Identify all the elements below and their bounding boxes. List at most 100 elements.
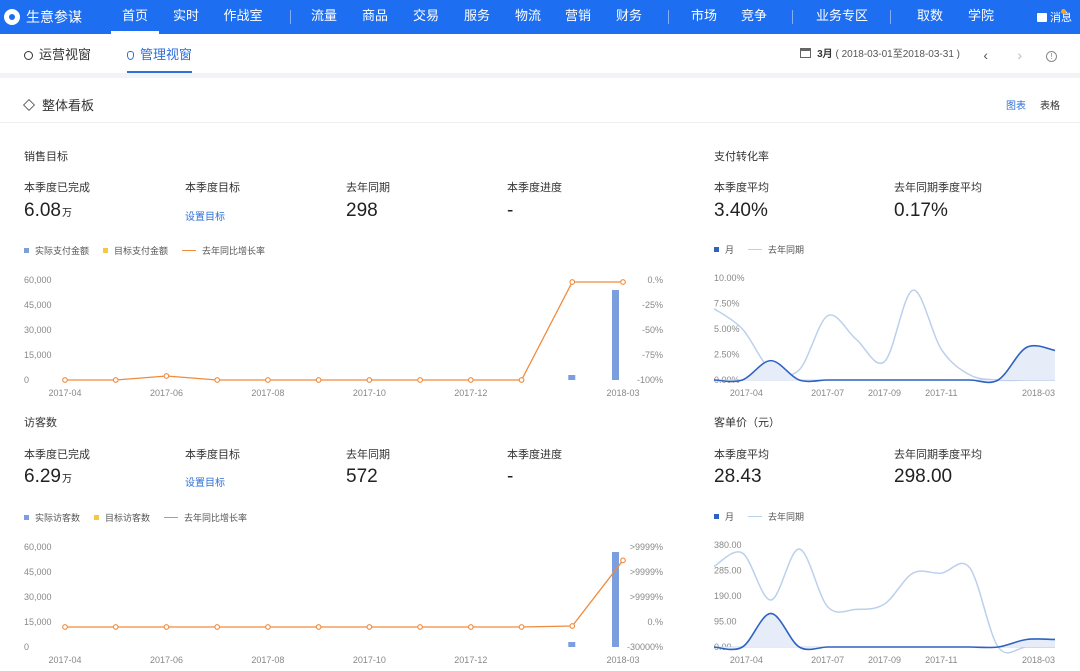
view-table-toggle[interactable]: 表格 xyxy=(1040,97,1060,112)
date-month: 3月 xyxy=(817,49,833,60)
legend-label: 去年同比增长率 xyxy=(202,246,266,256)
kpi-label: 本季度平均 xyxy=(714,182,769,194)
legend-item[interactable]: 目标支付金额 xyxy=(103,244,168,257)
kpi-value: 6.08万 xyxy=(24,200,72,222)
y-tick-label: 380.00 xyxy=(714,540,742,550)
y2-tick-label: -100% xyxy=(637,375,663,385)
chevron-right-icon[interactable]: › xyxy=(1017,47,1022,63)
nav-item-service[interactable]: 服务 xyxy=(457,0,497,34)
growth-line xyxy=(65,559,624,628)
unit-price-legend: 月 去年同期 xyxy=(714,510,818,523)
unit-price-chart: 380.00285.00190.0095.000.002017-042017-0… xyxy=(713,540,1056,665)
nav-item-marketing[interactable]: 营销 xyxy=(558,0,598,34)
legend-label: 去年同期 xyxy=(768,245,805,255)
kpi-label: 本季度已完成 xyxy=(24,182,90,194)
y2-tick-label: -30000% xyxy=(627,642,663,652)
legend-item[interactable]: 去年同比增长率 xyxy=(164,511,247,524)
nav-item-business-zone[interactable]: 业务专区 xyxy=(812,0,872,34)
message-icon xyxy=(1037,12,1047,22)
legend-item[interactable]: 去年同比增长率 xyxy=(182,244,265,257)
y-tick-label: 60,000 xyxy=(24,542,52,552)
messages-button[interactable]: 消息 xyxy=(1037,0,1072,34)
nav-item-realtime[interactable]: 实时 xyxy=(164,0,208,34)
kpi-value: - xyxy=(507,200,514,221)
growth-point xyxy=(467,624,474,630)
y2-tick-label: 0.% xyxy=(647,275,663,285)
nav-divider xyxy=(890,10,891,24)
kpi-value: 298.00 xyxy=(894,466,953,487)
nav-item-war-room[interactable]: 作战室 xyxy=(215,0,271,34)
nav-item-academy[interactable]: 学院 xyxy=(961,0,1001,34)
legend-label: 月 xyxy=(725,245,735,255)
legend-item[interactable]: 实际支付金额 xyxy=(24,244,89,257)
x-tick-label: 2017-09 xyxy=(868,655,901,665)
sales-legend: 实际支付金额 目标支付金额 去年同比增长率 xyxy=(24,244,279,257)
growth-point xyxy=(518,624,525,630)
growth-point xyxy=(163,624,170,630)
set-target-link[interactable]: 设置目标 xyxy=(185,474,225,489)
date-range-picker[interactable]: 3月 ( 2018-03-01至2018-03-31 ) xyxy=(800,34,960,73)
legend-item[interactable]: 月 xyxy=(714,510,734,523)
nav-item-transactions[interactable]: 交易 xyxy=(406,0,446,34)
kpi-value: 6.29万 xyxy=(24,466,72,488)
conversion-title: 支付转化率 xyxy=(714,151,769,163)
growth-point xyxy=(620,279,626,285)
nav-item-products[interactable]: 商品 xyxy=(355,0,395,34)
brand[interactable]: 生意参谋 xyxy=(0,7,96,27)
legend-swatch xyxy=(714,514,719,519)
info-icon[interactable]: ! xyxy=(1046,51,1057,62)
nav-item-logistics[interactable]: 物流 xyxy=(508,0,548,34)
growth-point xyxy=(265,377,271,383)
legend-swatch xyxy=(24,515,29,520)
nav-divider xyxy=(792,10,793,24)
legend-label: 月 xyxy=(725,512,735,522)
nav-item-market[interactable]: 市场 xyxy=(684,0,724,34)
tab-management-view[interactable]: 管理视窗 xyxy=(127,34,193,73)
y2-tick-label: >9999% xyxy=(630,542,663,552)
kpi-unit: 万 xyxy=(61,208,72,219)
legend-item[interactable]: 实际访客数 xyxy=(24,511,80,524)
y2-tick-label: -50% xyxy=(642,325,663,335)
y-tick-label: 10.00% xyxy=(714,273,745,283)
x-tick-label: 2017-04 xyxy=(730,388,763,398)
set-target-link[interactable]: 设置目标 xyxy=(185,208,225,223)
chevron-left-icon[interactable]: ‹ xyxy=(983,47,988,63)
view-chart-toggle[interactable]: 图表 xyxy=(1006,97,1026,112)
y2-tick-label: -25% xyxy=(642,300,663,310)
date-range-text: ( 2018-03-01至2018-03-31 ) xyxy=(835,49,960,60)
growth-point xyxy=(518,377,525,383)
nav-item-home[interactable]: 首页 xyxy=(111,0,159,34)
x-tick-label: 2017-07 xyxy=(811,655,844,665)
x-tick-label: 2017-07 xyxy=(811,388,844,398)
x-tick-label: 2017-04 xyxy=(48,655,81,665)
x-tick-label: 2017-08 xyxy=(251,388,284,398)
kpi-value: 572 xyxy=(346,466,378,487)
legend-item[interactable]: 去年同期 xyxy=(748,243,804,256)
y-tick-label: 0 xyxy=(24,375,29,385)
nav-item-finance[interactable]: 财务 xyxy=(609,0,649,34)
legend-item[interactable]: 目标访客数 xyxy=(94,511,150,524)
tab-label: 运营视窗 xyxy=(39,47,92,62)
legend-swatch xyxy=(164,516,179,519)
board-title: 整体看板 xyxy=(22,95,94,114)
growth-point xyxy=(62,624,68,630)
y-tick-label: 45,000 xyxy=(24,567,52,577)
legend-swatch xyxy=(103,248,109,253)
nav-item-competition[interactable]: 竞争 xyxy=(734,0,774,34)
kpi-value: - xyxy=(507,466,514,487)
nav-item-traffic[interactable]: 流量 xyxy=(304,0,344,34)
visitors-title: 访客数 xyxy=(24,417,57,429)
nav-item-data-fetch[interactable]: 取数 xyxy=(910,0,950,34)
kpi-label: 去年同期 xyxy=(346,182,390,194)
growth-point xyxy=(315,377,322,383)
tab-label: 管理视窗 xyxy=(140,47,193,62)
legend-item[interactable]: 月 xyxy=(714,243,734,256)
calendar-icon xyxy=(800,48,812,58)
growth-line xyxy=(65,281,623,381)
kpi-label: 本季度平均 xyxy=(714,449,769,461)
kpi-label: 去年同期季度平均 xyxy=(894,182,982,194)
tab-operations-view[interactable]: 运营视窗 xyxy=(24,34,91,73)
legend-item[interactable]: 去年同期 xyxy=(748,510,804,523)
visitors-chart: 60,000 45,000 30,000 15,000 0 >9999% >9999% >99… xyxy=(24,542,663,665)
x-tick-label: 2017-11 xyxy=(925,655,957,665)
